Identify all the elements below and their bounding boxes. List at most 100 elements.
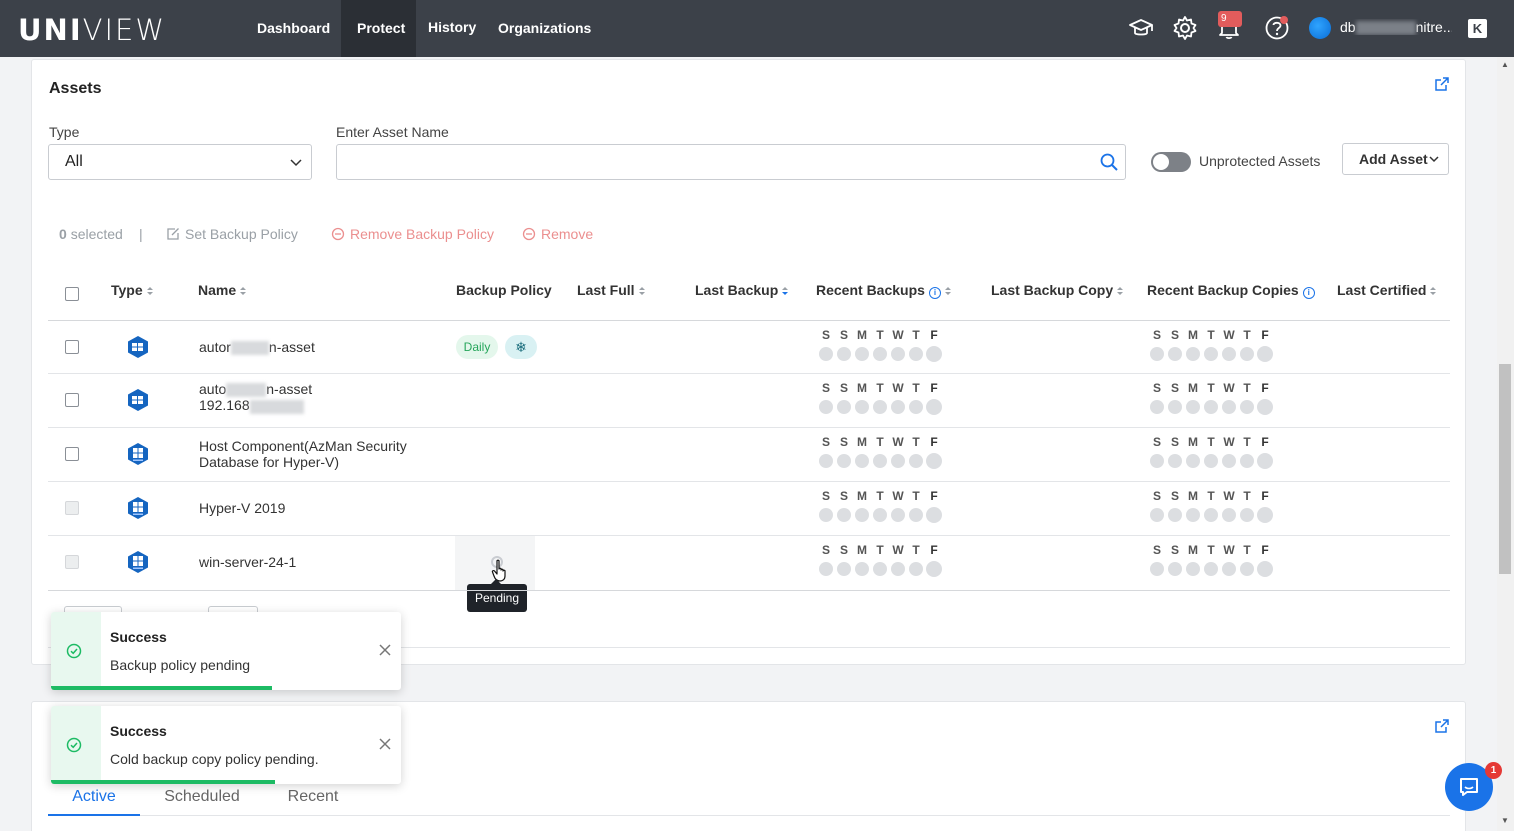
day-status-dot[interactable] bbox=[891, 454, 905, 468]
day-status-dot[interactable] bbox=[1240, 454, 1254, 468]
column-header-recent-backup-copies[interactable]: Recent Backup Copies i bbox=[1147, 282, 1315, 299]
unprotected-assets-toggle[interactable] bbox=[1151, 152, 1191, 172]
column-header-name[interactable]: Name bbox=[198, 282, 247, 298]
remove-backup-policy-button[interactable]: Remove Backup Policy bbox=[331, 226, 494, 242]
day-status-dot[interactable] bbox=[909, 508, 923, 522]
tab-active[interactable]: Active bbox=[48, 788, 140, 816]
day-status-dot[interactable] bbox=[819, 400, 833, 414]
day-status-dot[interactable] bbox=[1150, 508, 1164, 522]
nav-tab-dashboard[interactable]: Dashboard bbox=[241, 0, 346, 57]
tab-recent[interactable]: Recent bbox=[268, 788, 358, 816]
day-status-dot[interactable] bbox=[1186, 400, 1200, 414]
search-icon[interactable] bbox=[1099, 152, 1119, 172]
day-status-dot[interactable] bbox=[891, 562, 905, 576]
day-status-dot[interactable] bbox=[837, 508, 851, 522]
day-status-dot[interactable] bbox=[855, 562, 869, 576]
day-status-dot[interactable] bbox=[819, 454, 833, 468]
user-name[interactable]: db nitre... bbox=[1340, 19, 1452, 36]
nav-tab-protect[interactable]: Protect bbox=[341, 0, 416, 57]
day-status-dot[interactable] bbox=[1186, 454, 1200, 468]
row-checkbox[interactable] bbox=[65, 340, 79, 354]
column-header-last-full[interactable]: Last Full bbox=[577, 282, 646, 298]
day-status-dot[interactable] bbox=[819, 347, 833, 361]
day-status-dot[interactable] bbox=[1222, 562, 1236, 576]
day-status-dot[interactable] bbox=[909, 347, 923, 361]
day-status-dot[interactable] bbox=[1168, 347, 1182, 361]
gear-icon[interactable] bbox=[1171, 14, 1199, 42]
asset-name[interactable]: autor n-asset bbox=[199, 339, 315, 356]
column-header-last-certified[interactable]: Last Certified bbox=[1337, 282, 1437, 298]
day-status-dot[interactable] bbox=[909, 400, 923, 414]
graduation-cap-icon[interactable] bbox=[1127, 14, 1155, 42]
day-status-dot[interactable] bbox=[837, 454, 851, 468]
external-link-icon[interactable] bbox=[1434, 76, 1450, 92]
day-status-dot[interactable] bbox=[837, 347, 851, 361]
day-status-dot[interactable] bbox=[1222, 508, 1236, 522]
day-status-dot[interactable] bbox=[1222, 400, 1236, 414]
remove-button[interactable]: Remove bbox=[522, 226, 593, 242]
day-status-dot[interactable] bbox=[1150, 400, 1164, 414]
avatar[interactable] bbox=[1309, 17, 1331, 39]
column-header-recent-backups[interactable]: Recent Backups i bbox=[816, 282, 952, 299]
day-status-dot[interactable] bbox=[819, 562, 833, 576]
day-status-dot[interactable] bbox=[1168, 508, 1182, 522]
day-status-dot[interactable] bbox=[1240, 562, 1254, 576]
row-checkbox[interactable] bbox=[65, 447, 79, 461]
day-status-dot[interactable] bbox=[909, 454, 923, 468]
nav-tab-history[interactable]: History bbox=[412, 0, 492, 57]
day-status-dot[interactable] bbox=[1257, 453, 1273, 469]
day-status-dot[interactable] bbox=[1168, 454, 1182, 468]
day-status-dot[interactable] bbox=[891, 347, 905, 361]
day-status-dot[interactable] bbox=[1240, 508, 1254, 522]
day-status-dot[interactable] bbox=[855, 400, 869, 414]
scroll-up-icon[interactable]: ▲ bbox=[1500, 60, 1510, 70]
type-filter-select[interactable]: All bbox=[48, 144, 312, 180]
day-status-dot[interactable] bbox=[873, 347, 887, 361]
nav-tab-organizations[interactable]: Organizations bbox=[482, 0, 607, 57]
day-status-dot[interactable] bbox=[1186, 347, 1200, 361]
day-status-dot[interactable] bbox=[891, 508, 905, 522]
day-status-dot[interactable] bbox=[1186, 562, 1200, 576]
day-status-dot[interactable] bbox=[926, 561, 942, 577]
day-status-dot[interactable] bbox=[1240, 400, 1254, 414]
asset-name-search-input[interactable] bbox=[336, 144, 1126, 180]
day-status-dot[interactable] bbox=[1204, 400, 1218, 414]
asset-name[interactable]: auto n-asset 192.168 bbox=[199, 381, 312, 414]
day-status-dot[interactable] bbox=[891, 400, 905, 414]
column-header-last-backup[interactable]: Last Backup bbox=[695, 282, 789, 298]
day-status-dot[interactable] bbox=[926, 507, 942, 523]
day-status-dot[interactable] bbox=[873, 562, 887, 576]
day-status-dot[interactable] bbox=[1150, 347, 1164, 361]
day-status-dot[interactable] bbox=[1257, 561, 1273, 577]
day-status-dot[interactable] bbox=[1240, 347, 1254, 361]
column-header-last-backup-copy[interactable]: Last Backup Copy bbox=[991, 282, 1124, 298]
day-status-dot[interactable] bbox=[1204, 562, 1218, 576]
select-all-checkbox[interactable] bbox=[65, 287, 79, 301]
day-status-dot[interactable] bbox=[873, 454, 887, 468]
day-status-dot[interactable] bbox=[1222, 347, 1236, 361]
day-status-dot[interactable] bbox=[819, 508, 833, 522]
day-status-dot[interactable] bbox=[1150, 454, 1164, 468]
asset-name[interactable]: win-server-24-1 bbox=[199, 554, 296, 570]
day-status-dot[interactable] bbox=[1257, 346, 1273, 362]
day-status-dot[interactable] bbox=[1186, 508, 1200, 522]
scroll-down-icon[interactable]: ▼ bbox=[1500, 816, 1510, 826]
day-status-dot[interactable] bbox=[1257, 399, 1273, 415]
day-status-dot[interactable] bbox=[873, 400, 887, 414]
add-asset-button[interactable]: Add Asset bbox=[1342, 143, 1449, 175]
collapse-icon[interactable]: K bbox=[1468, 19, 1487, 38]
day-status-dot[interactable] bbox=[926, 399, 942, 415]
uniview-logo[interactable]: UNIVIEW bbox=[18, 13, 166, 47]
external-link-icon[interactable] bbox=[1434, 718, 1450, 734]
day-status-dot[interactable] bbox=[1257, 507, 1273, 523]
day-status-dot[interactable] bbox=[1204, 347, 1218, 361]
day-status-dot[interactable] bbox=[1168, 562, 1182, 576]
day-status-dot[interactable] bbox=[1222, 454, 1236, 468]
tab-scheduled[interactable]: Scheduled bbox=[152, 788, 252, 816]
close-icon[interactable] bbox=[378, 643, 392, 657]
set-backup-policy-button[interactable]: Set Backup Policy bbox=[166, 226, 298, 242]
row-checkbox[interactable] bbox=[65, 393, 79, 407]
close-icon[interactable] bbox=[378, 737, 392, 751]
day-status-dot[interactable] bbox=[926, 453, 942, 469]
day-status-dot[interactable] bbox=[1204, 508, 1218, 522]
